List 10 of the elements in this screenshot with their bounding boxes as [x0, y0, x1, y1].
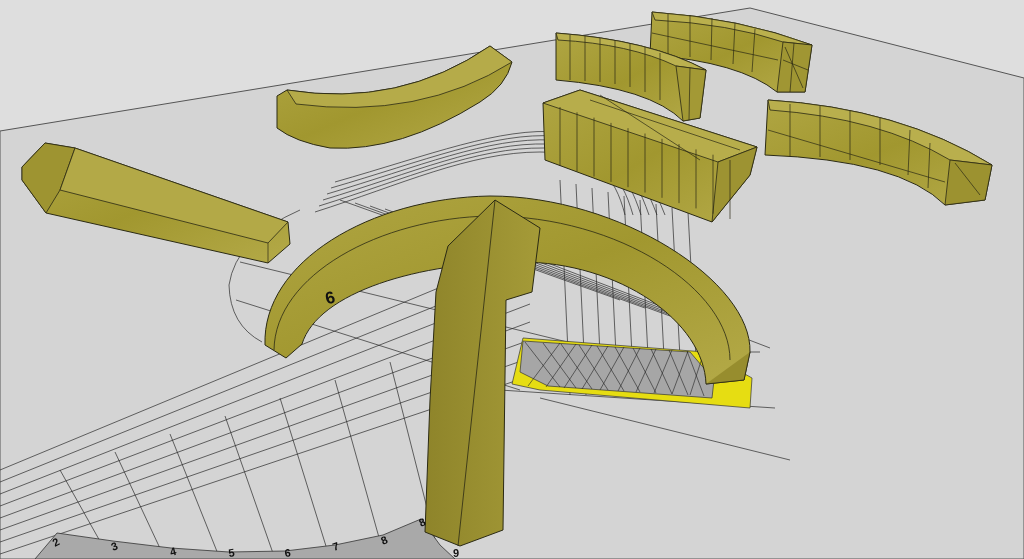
grid-label: 3 — [109, 539, 120, 553]
grid-label: 7 — [330, 539, 341, 553]
grid-label: 8 — [416, 515, 428, 529]
grid-label: 4 — [168, 544, 178, 558]
grid-label: 2 — [50, 535, 62, 549]
section-label: 6 — [323, 287, 338, 309]
grid-label: 9 — [453, 547, 460, 559]
grid-label: 8 — [378, 533, 390, 547]
grid-label: 6 — [283, 546, 292, 559]
grid-label: 5 — [227, 546, 236, 559]
